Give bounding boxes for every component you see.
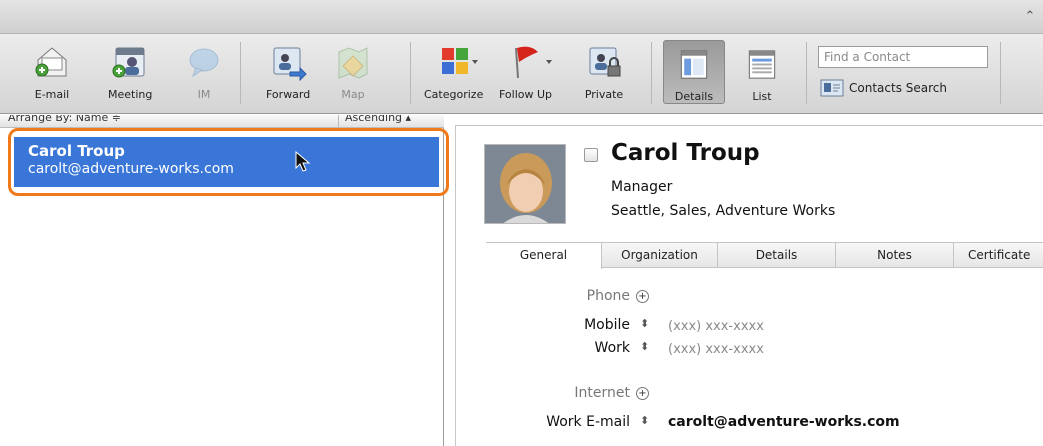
internet-section-label: Internet xyxy=(574,385,630,401)
toolbar-separator xyxy=(651,42,652,104)
follow-up-button[interactable]: Follow Up xyxy=(499,42,552,106)
private-button[interactable]: Private xyxy=(584,42,624,106)
title-bar: ⌃ xyxy=(0,0,1043,34)
toolbar-separator xyxy=(240,42,241,104)
im-button[interactable]: IM xyxy=(184,42,224,106)
find-contact-input[interactable]: Find a Contact xyxy=(818,46,988,68)
email-icon xyxy=(32,42,72,82)
tab-general[interactable]: General xyxy=(486,243,602,269)
arrange-by-button[interactable]: Arrange By: Name ≑ xyxy=(8,115,121,124)
calendar-person-icon xyxy=(110,42,150,82)
email-type-stepper-icon[interactable]: ⬍ xyxy=(640,414,649,427)
mobile-label: Mobile xyxy=(584,317,630,333)
column-separator xyxy=(338,115,339,127)
categorize-button[interactable]: Categorize xyxy=(424,42,483,106)
contacts-search-button[interactable]: Contacts Search xyxy=(820,78,947,98)
email-button[interactable]: E-mail xyxy=(32,42,72,106)
meeting-button[interactable]: Meeting xyxy=(108,42,152,106)
phone-section-label: Phone xyxy=(586,288,630,304)
contact-photo[interactable] xyxy=(484,144,566,224)
map-button[interactable]: Map xyxy=(333,42,373,106)
work-email-value[interactable]: carolt@adventure-works.com xyxy=(668,414,900,430)
work-phone-label: Work xyxy=(594,340,630,356)
map-icon xyxy=(333,42,373,82)
contact-company-info: Seattle, Sales, Adventure Works xyxy=(611,203,836,219)
work-email-label: Work E-mail xyxy=(546,414,630,430)
forward-button[interactable]: Forward xyxy=(266,42,310,106)
contact-detail-pane: Carol Troup Manager Seattle, Sales, Adve… xyxy=(455,125,1043,446)
contact-job-title: Manager xyxy=(611,179,673,195)
work-type-stepper-icon[interactable]: ⬍ xyxy=(640,340,649,353)
chat-bubble-icon xyxy=(184,42,224,82)
list-view-button[interactable]: List xyxy=(731,40,793,104)
portrait-image xyxy=(485,145,565,223)
arrange-bar: Arrange By: Name ≑ Ascending ▴ xyxy=(0,115,444,128)
list-view-icon xyxy=(748,50,776,79)
toolbar-separator xyxy=(410,42,411,104)
contact-full-name: Carol Troup xyxy=(611,140,760,166)
tab-details[interactable]: Details xyxy=(718,243,836,268)
toolbar: E-mail Meeting IM Forward Map Categorize… xyxy=(0,34,1043,114)
contacts-search-icon xyxy=(820,79,844,97)
mobile-value[interactable]: (xxx) xxx-xxxx xyxy=(668,319,764,334)
detail-tabs: General Organization Details Notes Certi… xyxy=(486,242,1043,269)
sort-order-button[interactable]: Ascending ▴ xyxy=(345,115,411,124)
forward-contact-icon xyxy=(268,42,308,82)
toolbar-toggle-icon[interactable]: ⌃ xyxy=(1021,10,1039,26)
mouse-pointer-icon xyxy=(295,151,311,172)
category-squares-icon xyxy=(434,42,478,82)
contact-list-pane: Arrange By: Name ≑ Ascending ▴ Carol Tro… xyxy=(0,115,449,446)
private-flag-checkbox[interactable] xyxy=(584,148,598,162)
private-contact-icon xyxy=(584,42,624,82)
add-internet-icon[interactable]: + xyxy=(636,387,649,400)
selection-highlight-callout xyxy=(8,128,449,196)
tab-certificates[interactable]: Certificate xyxy=(954,243,1043,268)
toolbar-separator xyxy=(806,42,807,104)
mobile-type-stepper-icon[interactable]: ⬍ xyxy=(640,317,649,330)
details-view-button[interactable]: Details xyxy=(663,40,725,104)
details-view-icon xyxy=(680,50,708,79)
tab-notes[interactable]: Notes xyxy=(836,243,954,268)
add-phone-icon[interactable]: + xyxy=(636,290,649,303)
flag-icon xyxy=(506,42,552,82)
toolbar-separator xyxy=(1000,42,1001,104)
tab-organization[interactable]: Organization xyxy=(602,243,718,268)
work-phone-value[interactable]: (xxx) xxx-xxxx xyxy=(668,342,764,357)
